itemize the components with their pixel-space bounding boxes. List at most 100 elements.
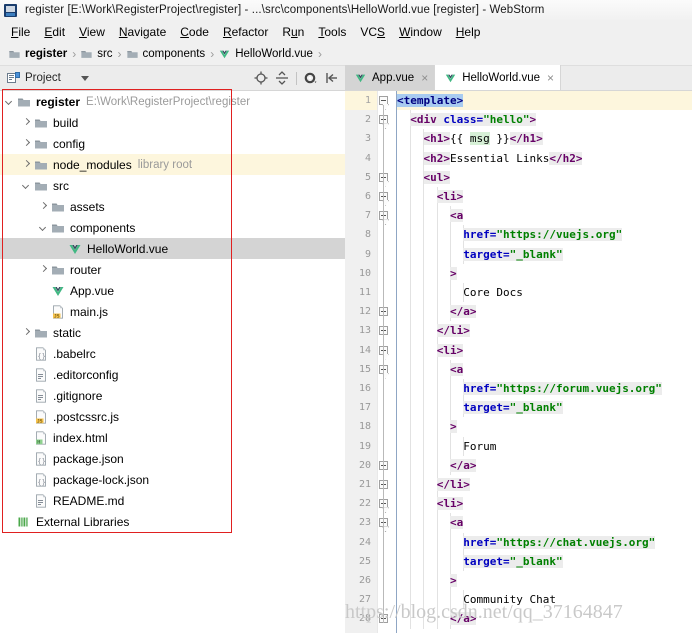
chevron-down-icon[interactable] (80, 75, 89, 81)
code-token: }} (489, 132, 510, 146)
menu-item-tools[interactable]: Tools (311, 23, 353, 41)
code-line: </li> (397, 475, 692, 494)
tree-item-config[interactable]: config (0, 133, 345, 154)
chevron-right-icon[interactable] (38, 201, 49, 212)
locate-icon[interactable] (254, 71, 268, 85)
line-number: 14 (358, 344, 371, 356)
code-line: <template> (397, 91, 692, 110)
tree-item-package-json[interactable]: {} package.json (0, 448, 345, 469)
tree-item-router[interactable]: router (0, 259, 345, 280)
menu-item-view[interactable]: View (72, 23, 112, 41)
editor-tab-helloworld-vue[interactable]: HelloWorld.vue × (435, 65, 561, 90)
tree-item--babelrc[interactable]: {} .babelrc (0, 343, 345, 364)
line-number: 17 (358, 402, 371, 414)
collapse-all-icon[interactable] (275, 71, 289, 85)
line-number: 3 (364, 133, 371, 145)
code-token: <h2> (423, 151, 450, 165)
breadcrumb: register › src › components › HelloWorld.vue › (0, 43, 692, 66)
tree-item-label: App.vue (70, 283, 115, 298)
hide-toolwindow-icon[interactable] (325, 71, 339, 85)
tree-item-src[interactable]: src (0, 175, 345, 196)
folder-icon (52, 224, 64, 232)
breadcrumb-separator: › (210, 47, 215, 61)
settings-gear-icon[interactable] (304, 71, 318, 85)
menu-item-code[interactable]: Code (173, 23, 216, 41)
breadcrumb-item-helloworld-vue[interactable]: HelloWorld.vue (218, 48, 313, 60)
menu-item-window[interactable]: Window (392, 23, 449, 41)
code-token: href= (463, 535, 497, 549)
tree-item-helloworld-vue[interactable]: HelloWorld.vue (0, 238, 345, 259)
chevron-down-icon[interactable] (4, 96, 15, 107)
code-line: <h1>{{ msg }}</h1> (397, 129, 692, 148)
tree-item-components[interactable]: components (0, 217, 345, 238)
project-toolwindow-title: Project (25, 72, 61, 84)
code-line: </a> (397, 456, 692, 475)
tree-item-label: config (53, 136, 86, 151)
vue-icon (219, 50, 230, 59)
close-icon[interactable]: × (421, 72, 428, 84)
line-number: 26 (358, 575, 371, 586)
line-number: 13 (358, 325, 371, 337)
menu-item-run[interactable]: Run (275, 23, 311, 41)
chevron-right-icon[interactable] (21, 138, 32, 149)
menu-item-vcs[interactable]: VCS (353, 23, 392, 41)
tree-item--editorconfig[interactable]: .editorconfig (0, 364, 345, 385)
fold-collapse-icon[interactable] (379, 96, 388, 105)
menu-item-navigate[interactable]: Navigate (112, 23, 173, 41)
tree-item-readme-md[interactable]: README.md (0, 490, 345, 511)
breadcrumb-item-components[interactable]: components (126, 48, 205, 60)
line-number: 5 (364, 171, 371, 183)
text-file-icon (36, 388, 46, 403)
folder-icon (81, 51, 92, 58)
code-line: > (397, 417, 692, 436)
code-token: </li> (436, 324, 470, 338)
chevron-down-icon[interactable] (21, 180, 32, 191)
tree-item-assets[interactable]: assets (0, 196, 345, 217)
code-line: </a> (397, 302, 692, 321)
vue-icon (69, 244, 81, 254)
chevron-down-icon[interactable] (38, 222, 49, 233)
menu-item-refactor[interactable]: Refactor (216, 23, 275, 41)
chevron-right-icon[interactable] (38, 264, 49, 275)
menu-item-edit[interactable]: Edit (37, 23, 72, 41)
menu-item-file[interactable]: File (4, 23, 37, 41)
breadcrumb-item-register[interactable]: register (8, 48, 67, 60)
code-token: <a (449, 362, 464, 376)
code-line: > (397, 264, 692, 283)
code-line: <li> (397, 187, 692, 206)
chevron-right-icon[interactable] (21, 327, 32, 338)
chevron-right-icon[interactable] (21, 159, 32, 170)
line-number: 12 (358, 306, 371, 318)
title-bar: register [E:\Work\RegisterProject\regist… (0, 0, 692, 21)
tree-item--gitignore[interactable]: .gitignore (0, 385, 345, 406)
code-editor[interactable]: <template> <div class="hello"> <h1>{{ ms… (345, 91, 692, 633)
json-file-icon: {} (36, 346, 46, 361)
tree-item-register[interactable]: register E:\Work\RegisterProject\register (0, 91, 345, 112)
webstorm-window: register [E:\Work\RegisterProject\regist… (0, 0, 692, 633)
breadcrumb-item-src[interactable]: src (80, 48, 113, 60)
editor-tab-label: HelloWorld.vue (462, 71, 540, 84)
code-content[interactable]: <template> <div class="hello"> <h1>{{ ms… (397, 91, 692, 633)
tree-item-external-libraries[interactable]: External Libraries (0, 511, 345, 532)
tree-item-node_modules[interactable]: node_modules library root (0, 154, 345, 175)
tree-item-main-js[interactable]: JS main.js (0, 301, 345, 322)
line-number: 16 (358, 383, 371, 394)
menu-item-help[interactable]: Help (449, 23, 488, 41)
tree-item-build[interactable]: build (0, 112, 345, 133)
tree-item-package-lock-json[interactable]: {} package-lock.json (0, 469, 345, 490)
tree-item-static[interactable]: static (0, 322, 345, 343)
editor-tab-app-vue[interactable]: App.vue × (345, 65, 436, 90)
tree-item-label: assets (70, 199, 105, 214)
chevron-right-icon[interactable] (21, 117, 32, 128)
tree-item-label: .postcssrc.js (53, 409, 120, 424)
close-icon[interactable]: × (547, 72, 554, 84)
project-tree[interactable]: register E:\Work\RegisterProject\register… (0, 91, 346, 633)
tree-item-app-vue[interactable]: App.vue (0, 280, 345, 301)
line-number: 2 (364, 114, 371, 126)
tree-item-index-html[interactable]: Hindex.html (0, 427, 345, 448)
tree-item--postcssrc-js[interactable]: JS .postcssrc.js (0, 406, 345, 427)
